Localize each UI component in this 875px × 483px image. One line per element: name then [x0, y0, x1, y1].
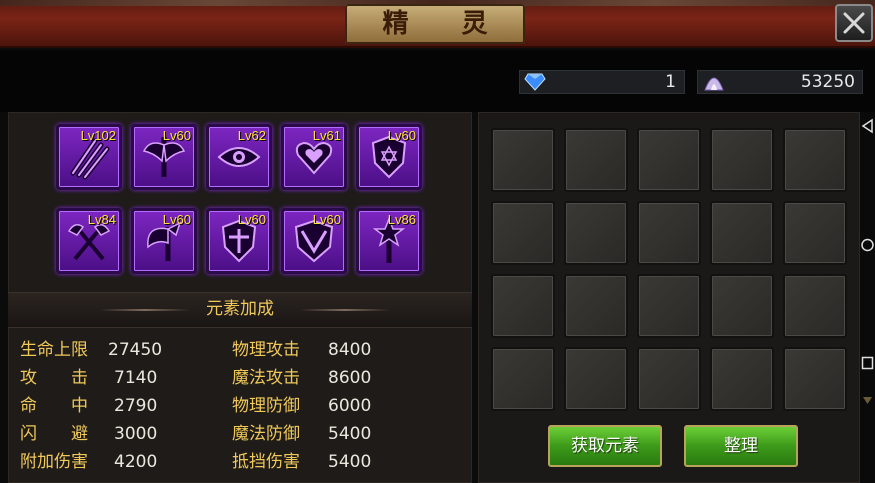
- skill-slot-7[interactable]: Lv60: [131, 208, 197, 274]
- stat-label: 物理攻击: [232, 340, 300, 360]
- stat-value: 6000: [328, 396, 372, 416]
- inventory-slot[interactable]: [564, 201, 628, 265]
- stat-label: 攻 击: [20, 368, 88, 388]
- stat-value: 4200: [114, 452, 158, 472]
- inventory-slot[interactable]: [710, 347, 774, 411]
- inventory-slot[interactable]: [637, 201, 701, 265]
- skill-slot-3[interactable]: Lv62: [206, 124, 272, 190]
- skill-slot-9[interactable]: Lv60: [281, 208, 347, 274]
- crystal-icon: [704, 77, 724, 91]
- skill-slot-8[interactable]: Lv60: [206, 208, 272, 274]
- stat-value: 2790: [114, 396, 158, 416]
- inventory-slot[interactable]: [564, 274, 628, 338]
- home-icon[interactable]: [861, 238, 874, 252]
- stat-label: 附加伤害: [20, 452, 88, 472]
- skill-level: Lv84: [87, 212, 116, 227]
- page-title: 精 灵: [382, 9, 510, 39]
- stat-label: 生命上限: [20, 340, 88, 360]
- inventory-slot[interactable]: [564, 128, 628, 192]
- inventory-slot[interactable]: [710, 274, 774, 338]
- stat-value: 27450: [108, 340, 163, 360]
- skill-slot-6[interactable]: Lv84: [56, 208, 122, 274]
- inventory-slot[interactable]: [637, 347, 701, 411]
- stat-value: 8400: [328, 340, 372, 360]
- scroll-down-icon[interactable]: [861, 394, 874, 406]
- obtain-element-button[interactable]: 获取元素: [548, 425, 662, 467]
- skill-slot-2[interactable]: Lv60: [131, 124, 197, 190]
- inventory-slot[interactable]: [783, 201, 847, 265]
- organize-button[interactable]: 整理: [684, 425, 798, 467]
- stat-label: 命 中: [20, 396, 88, 416]
- recent-apps-icon[interactable]: [861, 356, 874, 370]
- stat-value: 5400: [328, 452, 372, 472]
- skill-level: Lv61: [312, 128, 341, 143]
- inventory-slot[interactable]: [783, 128, 847, 192]
- stat-value: 8600: [328, 368, 372, 388]
- skill-level: Lv62: [237, 128, 266, 143]
- skill-level: Lv86: [387, 212, 416, 227]
- skill-level: Lv60: [387, 128, 416, 143]
- inventory-slot[interactable]: [783, 347, 847, 411]
- close-button[interactable]: [835, 4, 873, 42]
- stat-value: 5400: [328, 424, 372, 444]
- skill-slot-10[interactable]: Lv86: [356, 208, 422, 274]
- inventory-slot[interactable]: [564, 347, 628, 411]
- inventory-slot[interactable]: [491, 347, 555, 411]
- crystal-amount: 53250: [800, 72, 855, 92]
- stat-label: 魔法攻击: [232, 368, 300, 388]
- skill-slot-4[interactable]: Lv61: [281, 124, 347, 190]
- diamond-icon: [524, 73, 546, 91]
- inventory-slot[interactable]: [491, 128, 555, 192]
- stat-value: 3000: [114, 424, 158, 444]
- stat-label: 物理防御: [232, 396, 300, 416]
- diamond-amount: 1: [665, 72, 676, 92]
- side-nav-bar: [860, 112, 875, 483]
- inventory-slot[interactable]: [491, 274, 555, 338]
- skill-level: Lv60: [237, 212, 266, 227]
- section-title: 元素加成: [206, 299, 274, 319]
- stat-value: 7140: [114, 368, 158, 388]
- stat-label: 抵挡伤害: [232, 452, 300, 472]
- stat-label: 魔法防御: [232, 424, 300, 444]
- skill-level: Lv60: [162, 128, 191, 143]
- inventory-slot[interactable]: [637, 128, 701, 192]
- skill-slot-5[interactable]: Lv60: [356, 124, 422, 190]
- back-icon[interactable]: [861, 118, 874, 134]
- inventory-slot[interactable]: [710, 201, 774, 265]
- close-icon: [843, 12, 865, 34]
- inventory-slot[interactable]: [637, 274, 701, 338]
- stat-label: 闪 避: [20, 424, 88, 444]
- skill-level: Lv102: [80, 128, 116, 143]
- inventory-slot[interactable]: [491, 201, 555, 265]
- inventory-slot[interactable]: [783, 274, 847, 338]
- skill-slot-1[interactable]: Lv102: [56, 124, 122, 190]
- inventory-slot[interactable]: [710, 128, 774, 192]
- skill-level: Lv60: [312, 212, 341, 227]
- skill-level: Lv60: [162, 212, 191, 227]
